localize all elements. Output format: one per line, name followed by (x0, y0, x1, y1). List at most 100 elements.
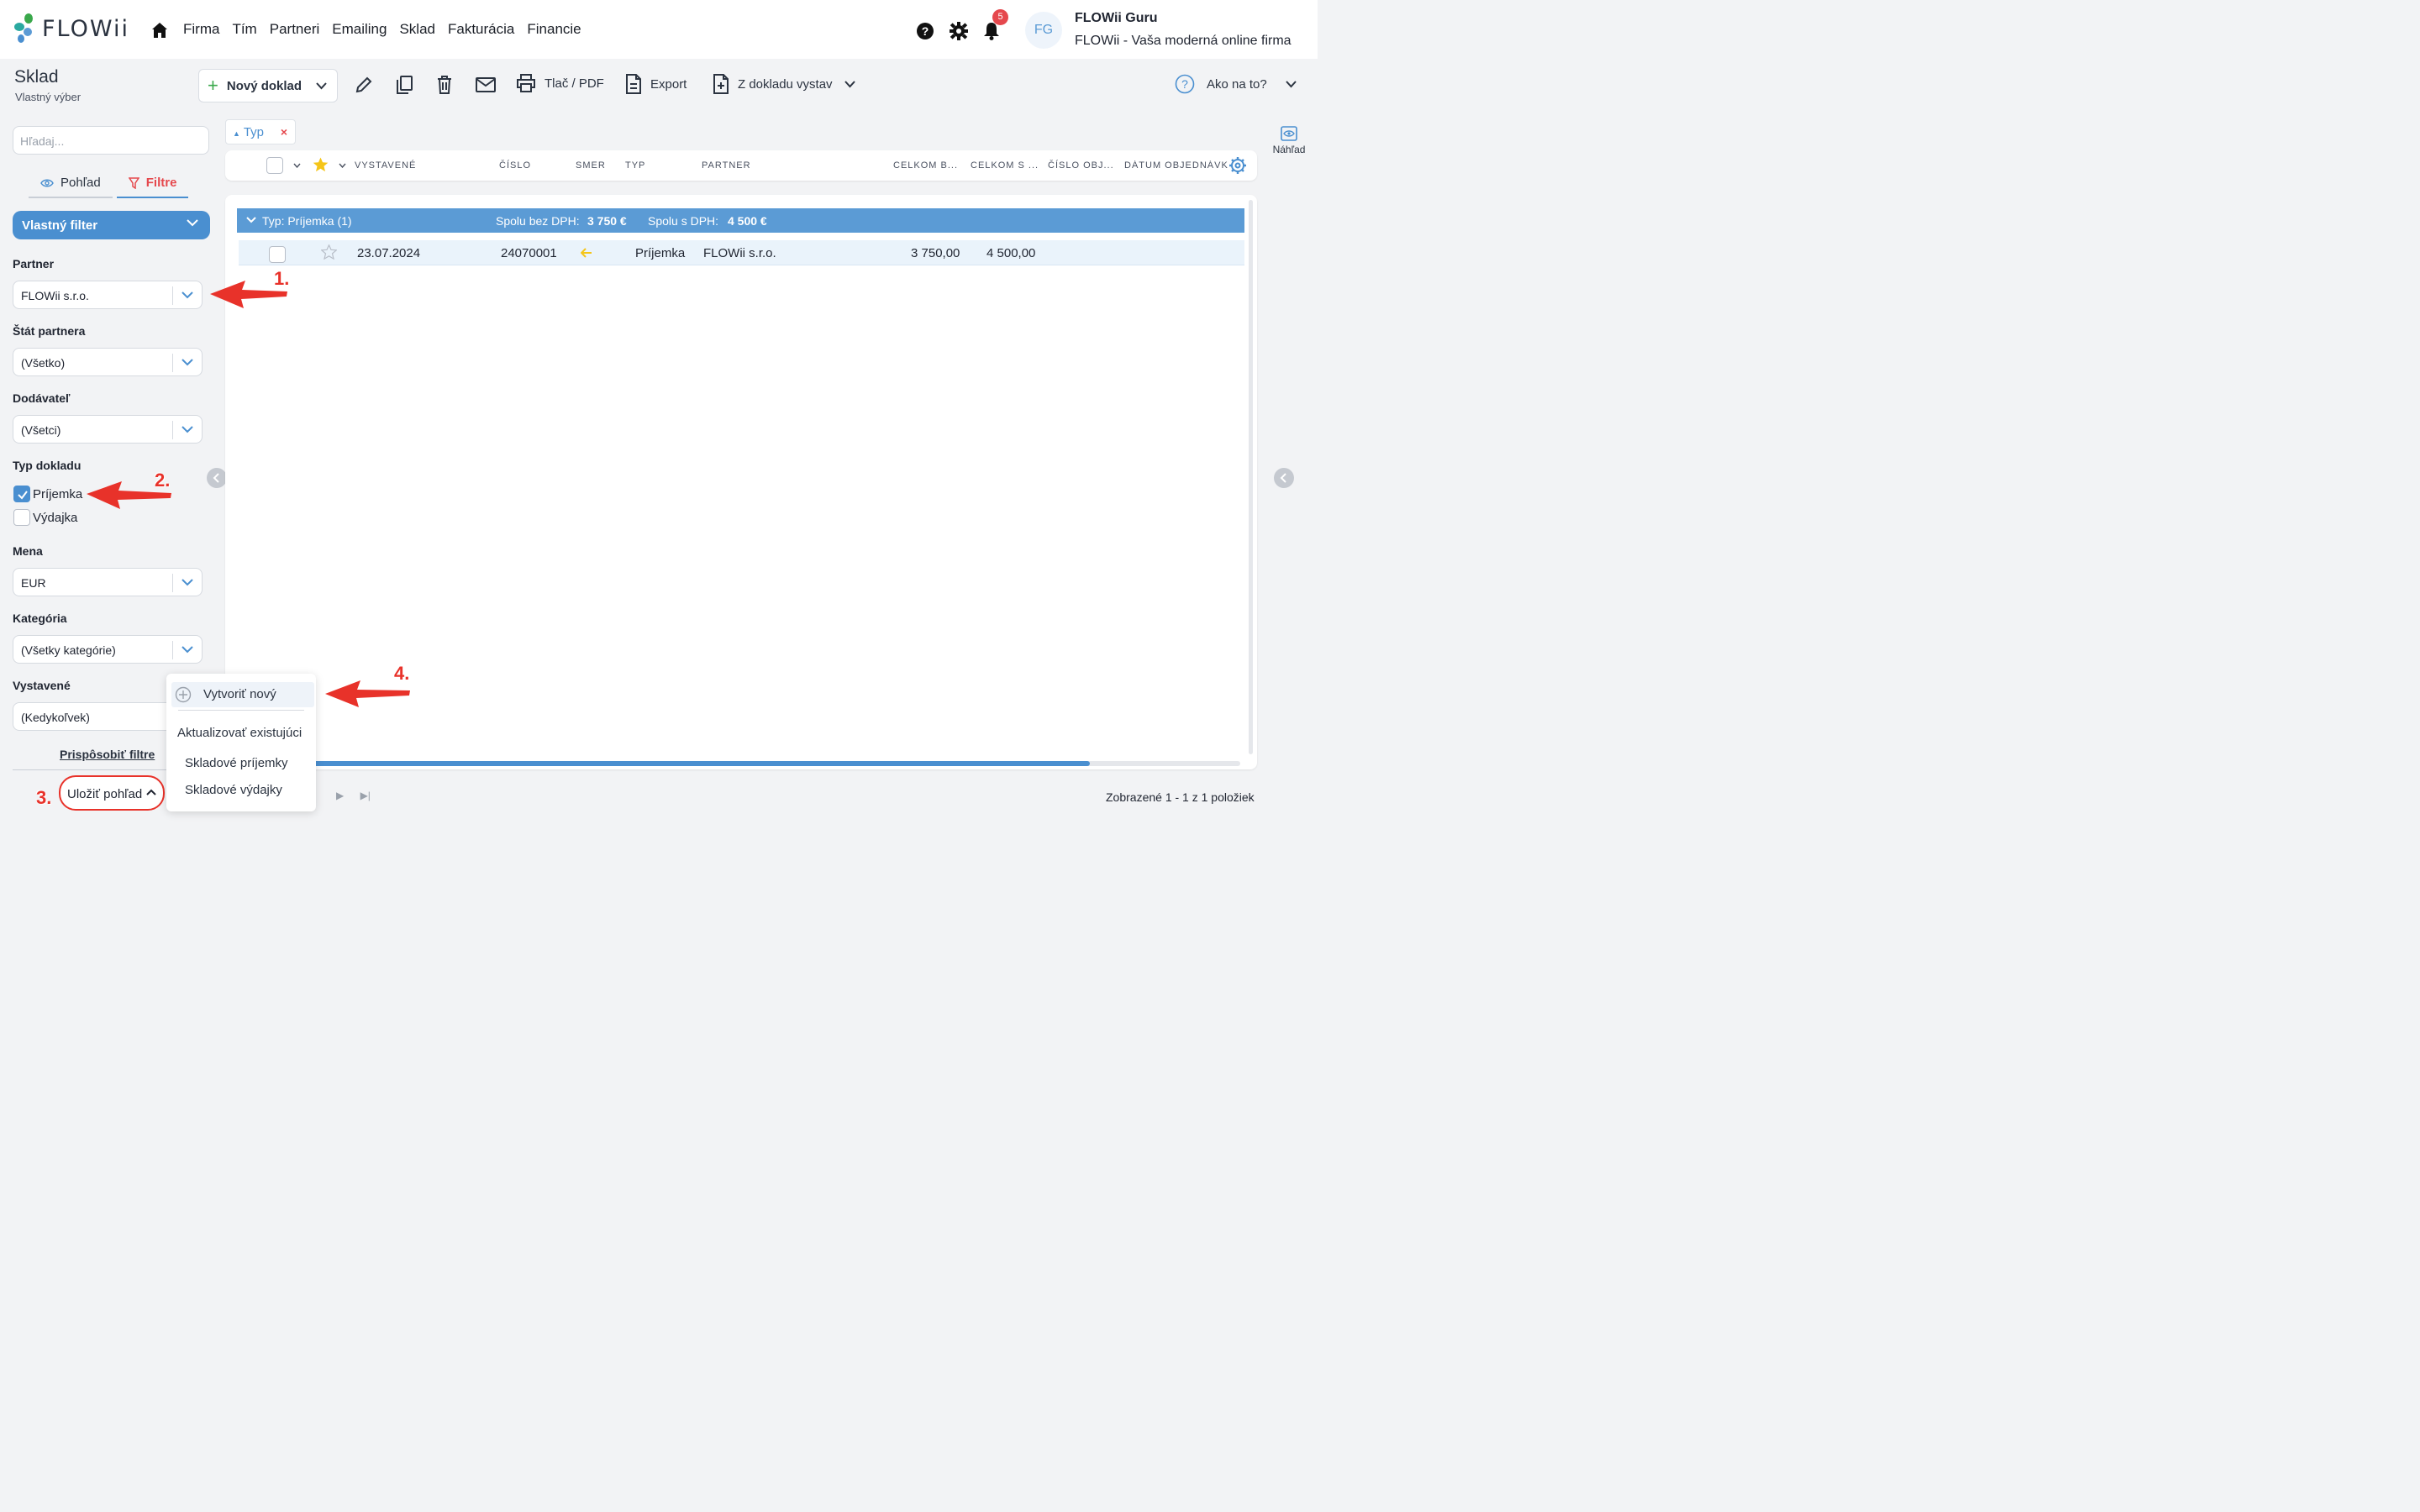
currency-select[interactable]: EUR (13, 568, 203, 596)
chevron-down-icon[interactable] (339, 163, 346, 168)
tab-filters[interactable]: Filtre (116, 172, 189, 198)
app-logo[interactable]: FLOWii (13, 13, 129, 44)
annotation-label-2: 2. (155, 470, 171, 491)
preview-eye-icon (1281, 126, 1297, 141)
help-icon[interactable]: ? (916, 22, 934, 40)
document-icon (626, 74, 641, 94)
email-icon[interactable] (476, 77, 496, 92)
home-icon[interactable] (151, 22, 168, 39)
nav-item-tim[interactable]: Tím (232, 21, 256, 38)
copy-icon[interactable] (395, 75, 413, 95)
column-header-type[interactable]: TYP (625, 160, 645, 171)
preview-button[interactable]: Náhľad (1267, 126, 1311, 155)
export-label: Export (650, 76, 687, 92)
column-header-direction[interactable]: SMER (576, 160, 606, 171)
category-select[interactable]: (Všetky kategórie) (13, 635, 203, 664)
column-header-order-date[interactable]: DÁTUM OBJEDNÁVK (1124, 160, 1229, 171)
row-checkbox[interactable] (269, 246, 286, 263)
pagination: ▶ ▶| (336, 790, 371, 801)
next-page-icon[interactable]: ▶ (336, 790, 344, 801)
grid-body (225, 195, 1257, 769)
select-divider (172, 574, 173, 592)
save-view-button[interactable]: Uložiť pohľad (59, 775, 165, 811)
chevron-down-icon (182, 646, 193, 654)
partner-country-select[interactable]: (Všetko) (13, 348, 203, 376)
how-to-label: Ako na to? (1207, 76, 1267, 92)
menu-item-view-issues[interactable]: Skladové výdajky (185, 783, 282, 797)
checkbox-prijemka[interactable]: Príjemka (13, 486, 82, 502)
chevron-down-icon (182, 359, 193, 366)
nav-item-firma[interactable]: Firma (183, 21, 219, 38)
select-divider (172, 421, 173, 439)
checkbox-box-checked[interactable] (13, 486, 30, 502)
select-all-checkbox[interactable] (266, 157, 283, 174)
top-icons: ? (916, 22, 1000, 40)
star-icon[interactable] (313, 157, 329, 172)
new-document-button[interactable]: + Nový doklad (198, 69, 338, 102)
print-pdf-button[interactable]: Tlač / PDF (516, 74, 604, 92)
chevron-down-icon[interactable] (316, 82, 327, 90)
menu-item-view-receipts[interactable]: Skladové príjemky (185, 756, 288, 770)
user-name[interactable]: FLOWii Guru (1075, 11, 1158, 26)
sidebar-tabs: Pohľad Filtre (29, 172, 189, 198)
column-header-partner[interactable]: PARTNER (702, 160, 751, 171)
gear-icon[interactable] (950, 22, 968, 40)
group-by-chip[interactable]: ▲ Typ × (225, 119, 296, 144)
edit-pencil-icon[interactable] (355, 76, 373, 94)
collapse-preview-button[interactable] (1274, 468, 1294, 488)
column-header-number[interactable]: ČÍSLO (499, 160, 531, 171)
group-row-prijemka[interactable]: Typ: Príjemka (1) Spolu bez DPH: 3 750 €… (237, 208, 1244, 233)
select-divider (172, 641, 173, 659)
collapse-sidebar-button[interactable] (207, 468, 227, 488)
gear-icon[interactable] (1228, 156, 1247, 175)
checkbox-box[interactable] (13, 509, 30, 526)
chevron-down-icon (844, 80, 855, 87)
column-header-total-gross[interactable]: CELKOM S ... (971, 160, 1039, 171)
filter-label-category: Kategória (13, 612, 67, 625)
how-to-button[interactable]: ? Ako na to? (1175, 74, 1297, 94)
export-button[interactable]: Export (625, 74, 687, 94)
supplier-select[interactable]: (Všetci) (13, 415, 203, 444)
custom-filter-label: Vlastný filter (22, 218, 98, 233)
supplier-value: (Všetci) (21, 423, 61, 437)
chevron-down-icon[interactable] (246, 217, 256, 223)
star-outline-icon[interactable] (321, 244, 337, 260)
cell-issued: 23.07.2024 (357, 246, 421, 260)
issued-value: (Kedykoľvek) (21, 711, 90, 724)
trash-icon[interactable] (436, 75, 453, 95)
column-header-order-number[interactable]: ČÍSLO OBJ... (1048, 160, 1114, 171)
avatar[interactable]: FG (1025, 12, 1062, 49)
tab-view[interactable]: Pohľad (29, 172, 113, 198)
svg-text:?: ? (1181, 77, 1188, 91)
nav-item-partneri[interactable]: Partneri (270, 21, 320, 38)
customize-filters-link[interactable]: Prispôsobiť filtre (60, 748, 155, 761)
annotation-label-3: 3. (36, 787, 52, 808)
filter-label-issued: Vystavené (13, 679, 71, 692)
from-document-label: Z dokladu vystav (738, 76, 833, 92)
remove-group-icon[interactable]: × (281, 125, 287, 139)
partner-select[interactable]: FLOWii s.r.o. (13, 281, 203, 309)
nav-item-fakturacia[interactable]: Fakturácia (448, 21, 514, 38)
nav-item-emailing[interactable]: Emailing (332, 21, 387, 38)
chevron-down-icon[interactable] (293, 163, 301, 168)
from-document-button[interactable]: Z dokladu vystav (713, 74, 855, 94)
notification-badge[interactable]: 5 (992, 9, 1008, 25)
vertical-scrollbar[interactable] (1249, 200, 1253, 754)
menu-item-create-new-label: Vytvoriť nový (203, 687, 276, 701)
chevron-left-icon (213, 473, 219, 483)
checkbox-vydajka[interactable]: Výdajka (13, 509, 77, 526)
table-row[interactable]: 23.07.2024 24070001 Príjemka FLOWii s.r.… (239, 240, 1244, 265)
category-value: (Všetky kategórie) (21, 643, 116, 657)
plus-icon: + (208, 75, 218, 96)
column-header-total-net[interactable]: CELKOM B... (893, 160, 958, 171)
nav-item-sklad[interactable]: Sklad (399, 21, 435, 38)
column-header-issued[interactable]: VYSTAVENÉ (355, 160, 416, 171)
menu-item-create-new[interactable]: Vytvoriť nový (171, 682, 314, 707)
tab-filters-label: Filtre (145, 176, 177, 190)
menu-item-update-existing[interactable]: Aktualizovať existujúci (177, 726, 302, 740)
custom-filter-select[interactable]: Vlastný filter (13, 211, 210, 239)
nav-item-financie[interactable]: Financie (527, 21, 581, 38)
last-page-icon[interactable]: ▶| (360, 790, 371, 801)
horizontal-scrollbar-thumb[interactable] (311, 761, 1090, 766)
search-input[interactable]: Hľadaj... (13, 126, 209, 155)
